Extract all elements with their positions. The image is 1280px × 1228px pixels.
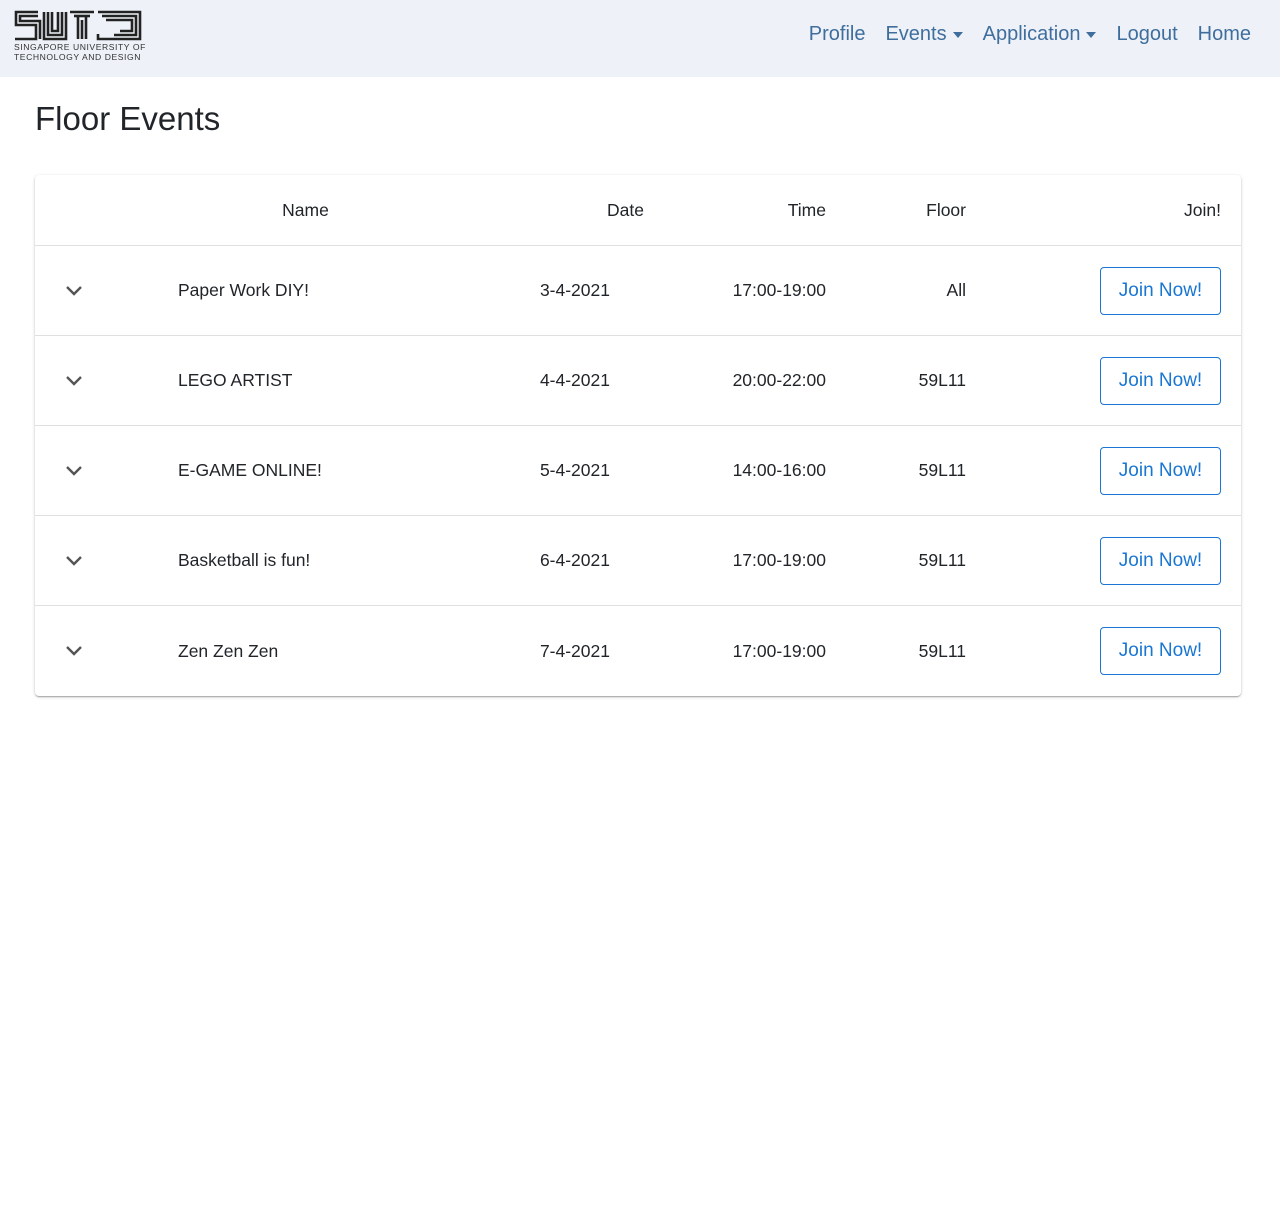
header-name: Name	[282, 199, 329, 220]
join-now-button[interactable]: Join Now!	[1100, 446, 1221, 495]
header-date: Date	[607, 199, 644, 220]
event-date: 4-4-2021	[539, 370, 610, 390]
nav-home-link[interactable]: Home	[1198, 23, 1251, 46]
sutd-logo[interactable]: SINGAPORE UNIVERSITY OF TECHNOLOGY AND D…	[14, 10, 146, 64]
event-date: 7-4-2021	[539, 640, 610, 661]
event-time: 17:00-19:00	[732, 640, 826, 661]
event-name: Paper Work DIY!	[178, 280, 309, 300]
event-floor: All	[946, 280, 966, 300]
page-title: Floor Events	[35, 100, 221, 137]
expand-chevron-icon[interactable]	[62, 426, 86, 515]
event-time: 20:00-22:00	[732, 370, 826, 390]
nav-application-label: Application	[982, 23, 1081, 45]
event-floor: 59L11	[918, 640, 966, 661]
expand-chevron-icon[interactable]	[62, 336, 86, 425]
event-floor: 59L11	[918, 460, 966, 480]
nav-application-dropdown[interactable]: Application	[983, 23, 1097, 46]
events-table: Name Date Time Floor Join! Paper Work DI…	[35, 175, 1241, 696]
table-header-row: Name Date Time Floor Join!	[35, 175, 1241, 246]
sutd-logo-mark	[14, 10, 142, 41]
expand-chevron-icon[interactable]	[62, 516, 86, 605]
table-row: Basketball is fun! 6-4-2021 17:00-19:00 …	[35, 516, 1241, 606]
event-floor: 59L11	[918, 550, 966, 570]
event-date: 3-4-2021	[539, 280, 610, 300]
event-name: LEGO ARTIST	[178, 370, 293, 390]
event-name: E-GAME ONLINE!	[178, 460, 322, 480]
logo-text-line2: TECHNOLOGY AND DESIGN	[14, 51, 141, 62]
header-floor: Floor	[926, 199, 966, 220]
event-floor: 59L11	[918, 370, 966, 390]
nav-profile-link[interactable]: Profile	[809, 23, 866, 46]
table-row: LEGO ARTIST 4-4-2021 20:00-22:00 59L11 J…	[35, 336, 1241, 426]
event-date: 5-4-2021	[539, 460, 610, 480]
nav-events-dropdown[interactable]: Events	[885, 23, 963, 46]
table-row: E-GAME ONLINE! 5-4-2021 14:00-16:00 59L1…	[35, 426, 1241, 516]
event-time: 17:00-19:00	[732, 280, 826, 300]
table-row: Paper Work DIY! 3-4-2021 17:00-19:00 All…	[35, 246, 1241, 336]
event-name: Basketball is fun!	[178, 550, 311, 570]
join-now-button[interactable]: Join Now!	[1100, 356, 1221, 405]
event-date: 6-4-2021	[539, 550, 610, 570]
join-now-button[interactable]: Join Now!	[1100, 536, 1221, 585]
nav-events-label: Events	[885, 23, 947, 45]
nav-links: Profile Events Application Logout Home	[809, 23, 1251, 46]
expand-chevron-icon[interactable]	[62, 606, 86, 696]
event-name: Zen Zen Zen	[178, 640, 279, 661]
nav-logout-link[interactable]: Logout	[1116, 23, 1177, 46]
header-join: Join!	[1184, 199, 1221, 220]
header-time: Time	[787, 199, 826, 220]
expand-chevron-icon[interactable]	[62, 246, 86, 335]
caret-down-icon	[952, 31, 963, 38]
logo-text: SINGAPORE UNIVERSITY OF TECHNOLOGY AND D…	[14, 42, 146, 62]
join-now-button[interactable]: Join Now!	[1100, 627, 1221, 675]
table-row: Zen Zen Zen 7-4-2021 17:00-19:00 59L11 J…	[35, 606, 1241, 696]
caret-down-icon	[1086, 31, 1097, 38]
event-time: 14:00-16:00	[732, 460, 826, 480]
join-now-button[interactable]: Join Now!	[1100, 266, 1221, 315]
event-time: 17:00-19:00	[732, 550, 826, 570]
navbar: SINGAPORE UNIVERSITY OF TECHNOLOGY AND D…	[0, 0, 1280, 77]
